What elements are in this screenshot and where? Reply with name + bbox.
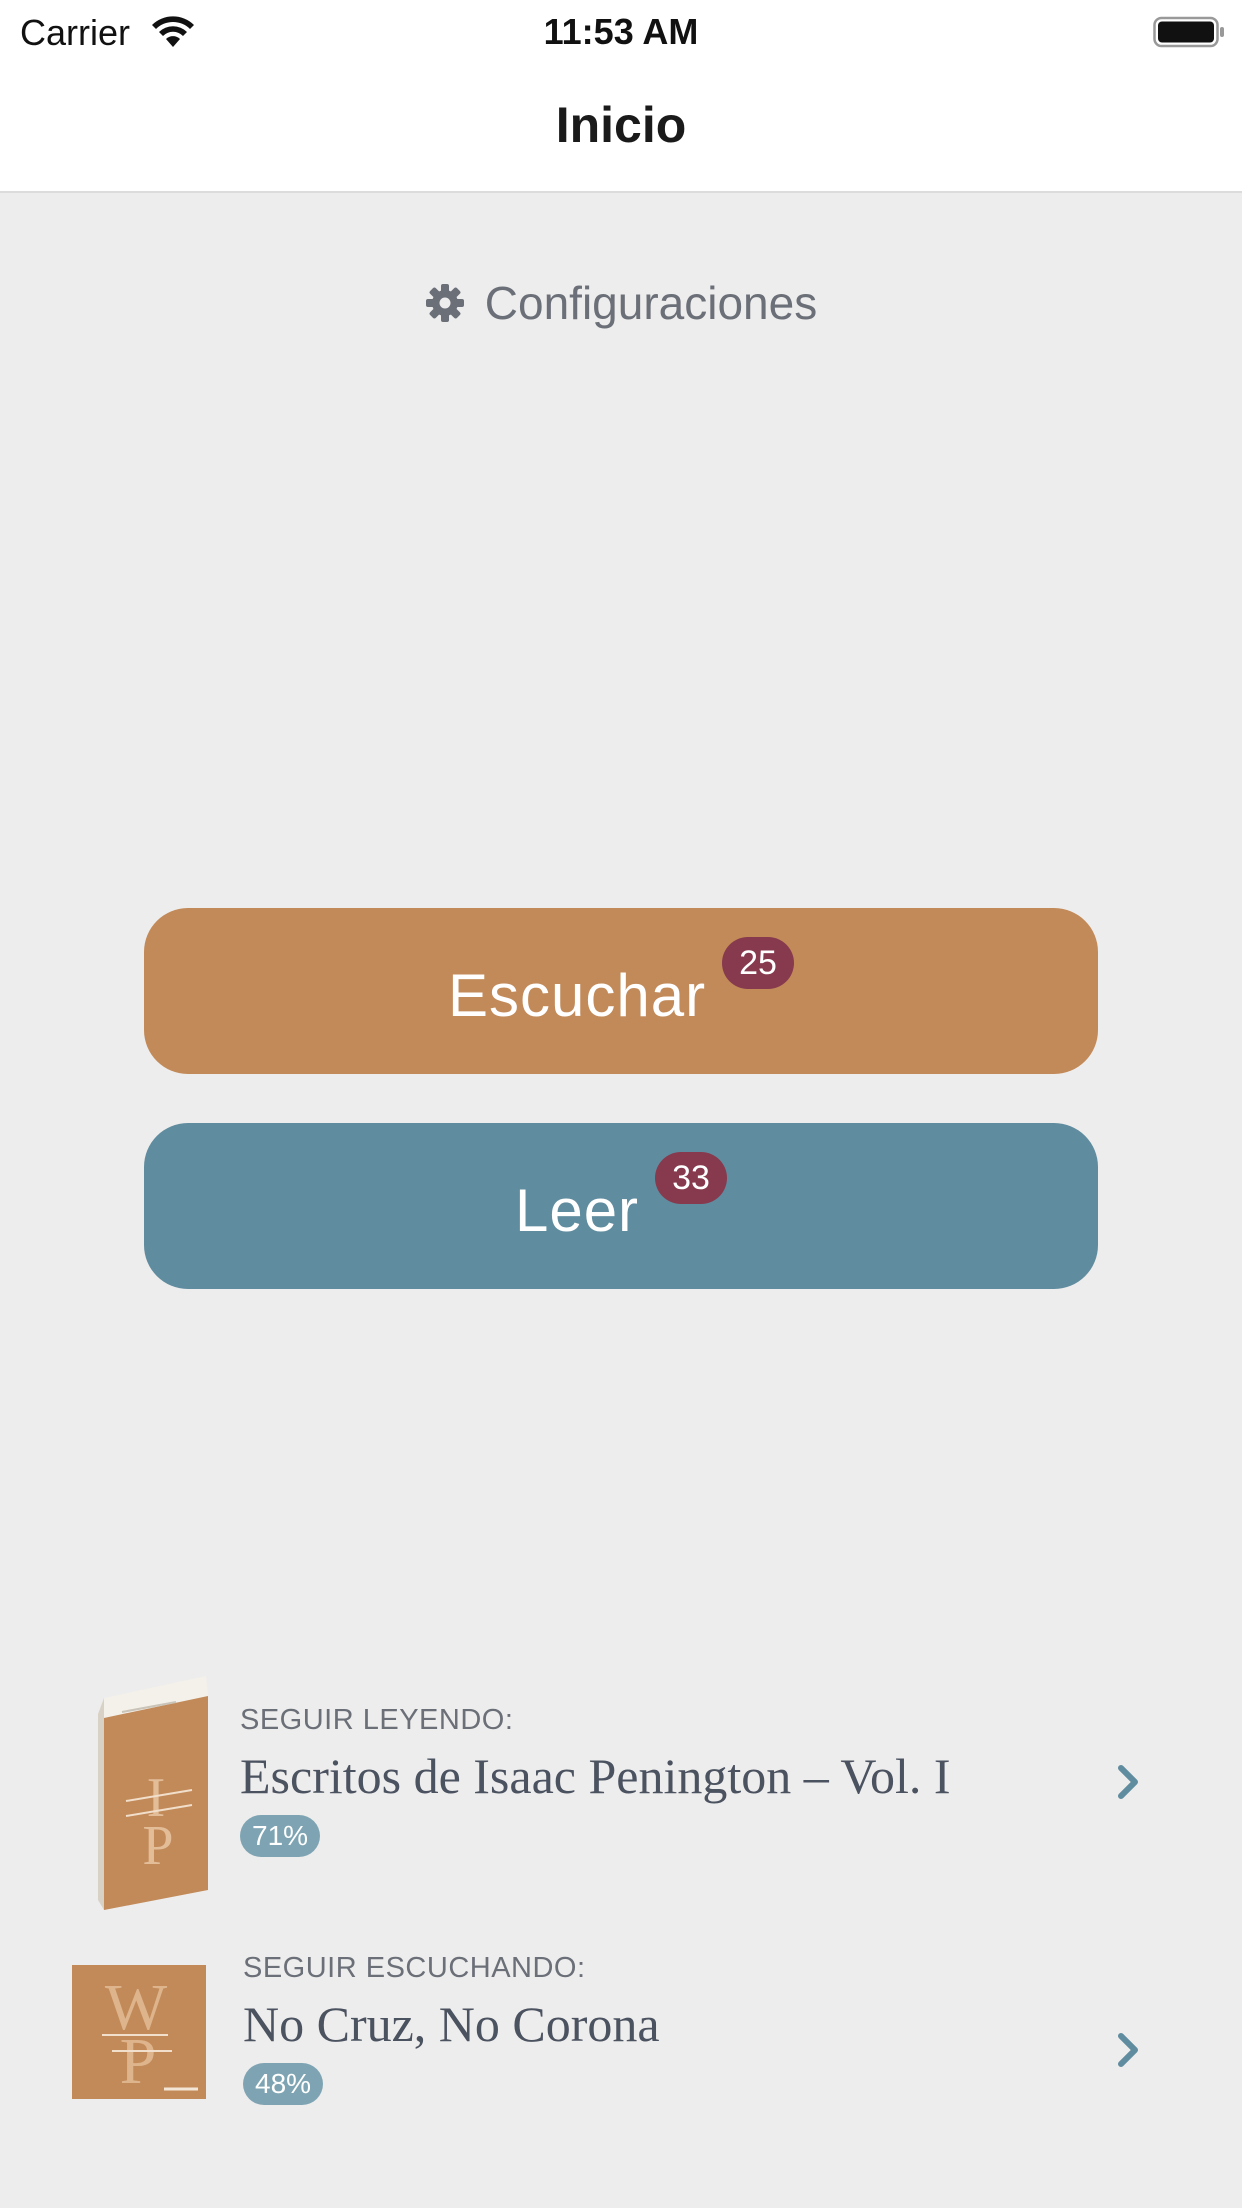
chevron-right-icon[interactable] bbox=[1115, 1762, 1143, 1802]
continue-reading-title: Escritos de Isaac Penington – Vol. I bbox=[240, 1748, 951, 1804]
page-title: Inicio bbox=[555, 97, 687, 153]
continue-reading-caption: SEGUIR LEYENDO: bbox=[240, 1704, 514, 1736]
listening-progress-badge: 48% bbox=[243, 2063, 324, 2105]
listen-button[interactable]: Escuchar 25 bbox=[144, 908, 1098, 1074]
continue-listening-info: SEGUIR ESCUCHANDO: No Cruz, No Corona 48… bbox=[243, 1952, 660, 2105]
continue-listening-caption: SEGUIR ESCUCHANDO: bbox=[243, 1952, 586, 1984]
cover-monogram-bottom: P bbox=[142, 1815, 173, 1877]
continue-reading-info: SEGUIR LEYENDO: Escritos de Isaac Pening… bbox=[240, 1704, 951, 1857]
status-time: 11:53 AM bbox=[543, 11, 699, 52]
status-bar: Carrier 11:53 AM bbox=[0, 0, 1242, 60]
read-button[interactable]: Leer 33 bbox=[144, 1123, 1098, 1289]
read-button-label: Leer bbox=[514, 1176, 640, 1244]
listen-button-label: Escuchar bbox=[447, 961, 707, 1029]
audiobook-cover-image: W P bbox=[72, 1965, 206, 2099]
chevron-right-icon[interactable] bbox=[1115, 2030, 1143, 2070]
reading-progress-badge: 71% bbox=[240, 1815, 321, 1857]
battery-icon bbox=[1153, 16, 1224, 48]
listen-count-badge: 25 bbox=[722, 937, 795, 989]
read-count-badge: 33 bbox=[655, 1152, 728, 1204]
book-cover-image: I P bbox=[98, 1676, 208, 1910]
settings-label: Configuraciones bbox=[484, 277, 818, 329]
continue-reading-row[interactable]: I P SEGUIR LEYENDO: Escritos de Isaac Pe… bbox=[0, 1676, 1242, 1916]
navigation-bar: Inicio bbox=[0, 60, 1242, 193]
gear-icon bbox=[425, 284, 464, 322]
continue-listening-row[interactable]: W P SEGUIR ESCUCHANDO: No Cruz, No Coron… bbox=[0, 1952, 1242, 2122]
continue-listening-title: No Cruz, No Corona bbox=[243, 1996, 660, 2052]
settings-button[interactable]: Configuraciones bbox=[0, 276, 1242, 330]
